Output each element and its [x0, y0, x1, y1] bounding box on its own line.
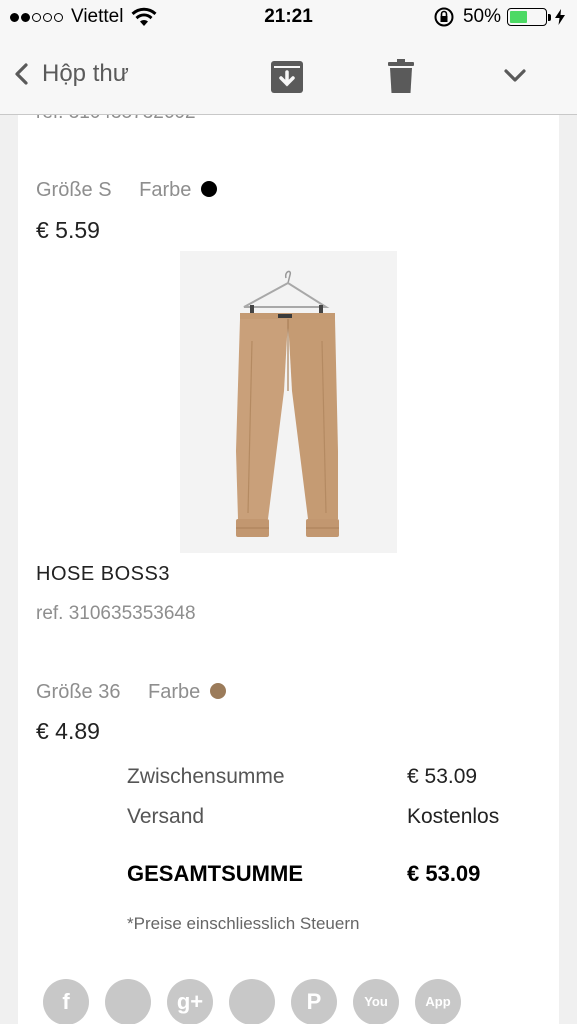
- status-bar: Viettel 21:21 50%: [0, 0, 577, 36]
- product-price: € 4.89: [36, 718, 100, 744]
- product-name: HOSE BOSS3: [36, 563, 170, 585]
- trash-icon[interactable]: [388, 58, 414, 94]
- youtube-icon[interactable]: You: [353, 979, 399, 1024]
- battery-icon: [507, 8, 547, 26]
- shipping-value: Kostenlos: [407, 805, 500, 828]
- archive-icon[interactable]: [270, 58, 304, 94]
- prev-item-ref: ref. 310435732602: [36, 115, 196, 124]
- product-size: Größe 36: [36, 681, 121, 703]
- subtotal-label: Zwischensumme: [127, 765, 285, 788]
- total-label: GESAMTSUMME: [127, 861, 303, 886]
- battery-tip: [548, 13, 551, 21]
- prev-item-price: € 5.59: [36, 217, 100, 243]
- battery-percent: 50%: [462, 6, 501, 27]
- chevron-down-icon[interactable]: [503, 68, 527, 84]
- total-value: € 53.09: [407, 861, 481, 886]
- email-body: ref. 310435732602 Größe S Farbe € 5.59: [18, 115, 559, 1024]
- back-button[interactable]: Hộp thư: [12, 60, 129, 88]
- prev-item-attributes: Größe S Farbe: [36, 179, 217, 202]
- twitter-icon[interactable]: [105, 979, 151, 1024]
- prev-item-size: Größe S: [36, 179, 112, 201]
- status-right: 50%: [433, 6, 565, 28]
- charging-bolt-icon: [555, 9, 565, 25]
- chevron-left-icon: [15, 63, 28, 85]
- rotation-lock-icon: [434, 7, 454, 27]
- app-icon[interactable]: App: [415, 979, 461, 1024]
- google-plus-icon[interactable]: g+: [167, 979, 213, 1024]
- instagram-icon[interactable]: [229, 979, 275, 1024]
- product-attributes: Größe 36 Farbe: [36, 681, 226, 704]
- pinterest-icon[interactable]: P: [291, 979, 337, 1024]
- shipping-label: Versand: [127, 805, 205, 828]
- color-swatch: [209, 683, 226, 699]
- product-color-label: Farbe: [148, 681, 201, 703]
- mail-toolbar: Hộp thư: [0, 36, 577, 115]
- subtotal-value: € 53.09: [407, 765, 478, 788]
- tax-note: *Preise einschliesslich Steuern: [127, 914, 360, 933]
- product-ref: ref. 310635353648: [36, 603, 196, 624]
- color-swatch: [200, 181, 217, 197]
- facebook-icon[interactable]: f: [43, 979, 89, 1024]
- product-image[interactable]: [180, 251, 397, 553]
- pants-on-hanger-image: [236, 270, 339, 537]
- prev-item-color-label: Farbe: [139, 179, 192, 201]
- back-label: Hộp thư: [42, 60, 129, 87]
